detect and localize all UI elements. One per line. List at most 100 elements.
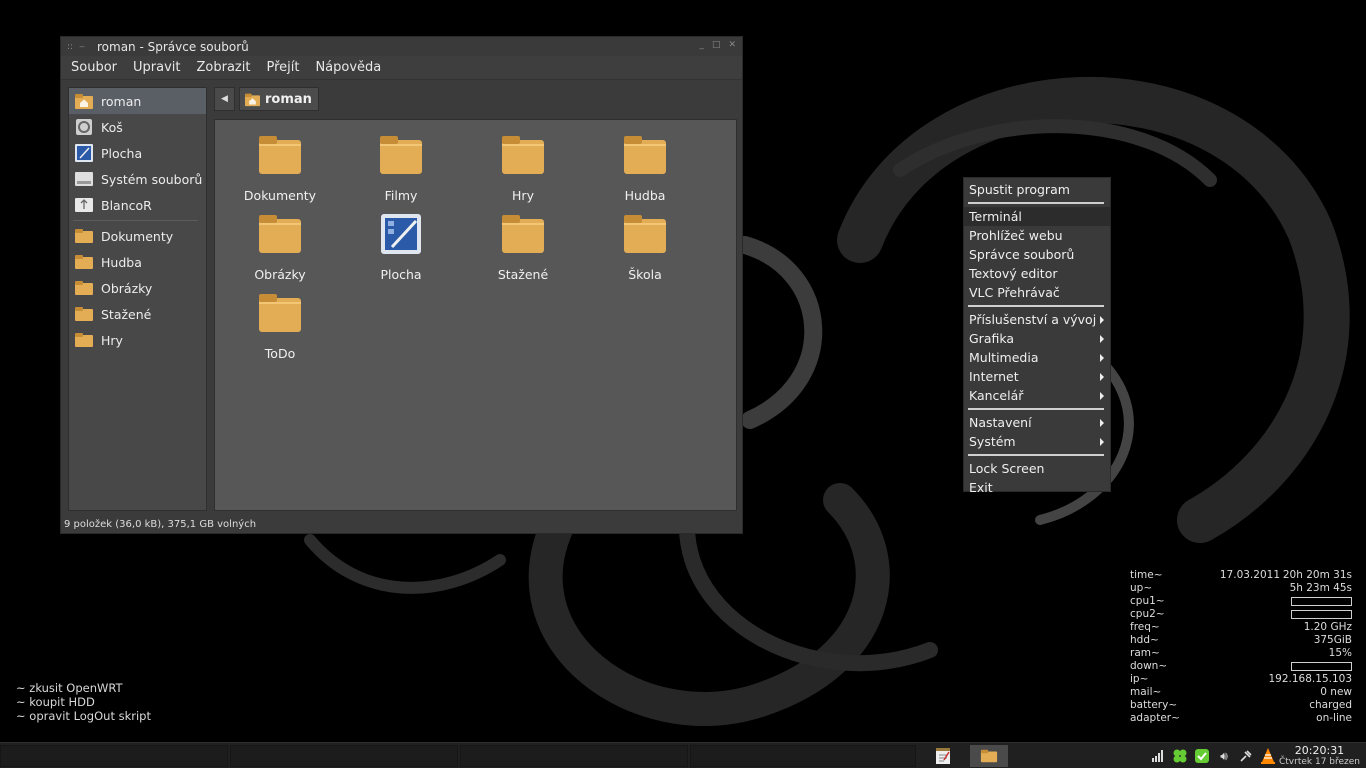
file-item-todo[interactable]: ToDo — [225, 290, 335, 364]
todo-item: ~ koupit HDD — [16, 695, 95, 709]
menu-exit[interactable]: Exit — [964, 478, 1110, 497]
vlc-icon[interactable] — [1260, 747, 1276, 765]
sidebar-item-desktop[interactable]: Plocha — [69, 140, 206, 166]
sidebar-item-label: Dokumenty — [101, 228, 174, 244]
file-item-skola[interactable]: Škola — [590, 211, 700, 285]
menu-zobrazit[interactable]: Zobrazit — [196, 60, 250, 75]
conky-label: time~ — [1130, 569, 1163, 581]
drive-icon — [73, 169, 95, 189]
menu-run-program[interactable]: Spustit program — [964, 180, 1110, 199]
minimize-icon[interactable]: _ — [699, 40, 704, 50]
conky-value: 1.20 GHz — [1303, 621, 1352, 633]
menu-file-manager[interactable]: Správce souborů — [964, 245, 1110, 264]
window-menu-button[interactable]: :: ‒ — [61, 42, 97, 52]
file-item-label: Hry — [512, 188, 534, 203]
sidebar-item-label: Stažené — [101, 306, 152, 322]
sidebar-item-blancor[interactable]: BlancoR — [69, 192, 206, 218]
menu-multimedia[interactable]: Multimedia — [964, 348, 1110, 367]
file-item-label: Filmy — [384, 188, 418, 203]
menu-text-editor[interactable]: Textový editor — [964, 264, 1110, 283]
folder-icon — [73, 278, 95, 298]
file-manager-window[interactable]: :: ‒ roman - Správce souborů _ □ ✕ Soubor… — [60, 36, 743, 534]
file-item-label: Škola — [628, 267, 662, 282]
menu-lock-screen[interactable]: Lock Screen — [964, 459, 1110, 478]
file-item-label: Hudba — [624, 188, 666, 203]
desktop-pager-3[interactable] — [460, 745, 688, 767]
close-icon[interactable]: ✕ — [728, 40, 736, 50]
conky-value: 20h 20m 31s — [1282, 569, 1352, 581]
signal-strength-icon[interactable] — [1150, 747, 1166, 765]
todo-item: ~ zkusit OpenWRT — [16, 681, 123, 695]
menu-label: Internet — [969, 369, 1019, 384]
menu-system[interactable]: Systém — [964, 432, 1110, 451]
pin-icon[interactable] — [1238, 747, 1254, 765]
taskbar-file-manager[interactable] — [970, 745, 1008, 767]
sidebar-item-filesystem[interactable]: Systém souborů — [69, 166, 206, 192]
sidebar-bookmark-hudba[interactable]: Hudba — [69, 249, 206, 275]
menu-graphics[interactable]: Grafika — [964, 329, 1110, 348]
maximize-icon[interactable]: □ — [712, 40, 721, 50]
sidebar-bookmark-stazene[interactable]: Stažené — [69, 301, 206, 327]
menu-soubor[interactable]: Soubor — [71, 60, 117, 75]
conky-value: 15% — [1328, 647, 1352, 659]
notepad-icon — [936, 748, 950, 764]
menu-office[interactable]: Kancelář — [964, 386, 1110, 405]
conky-row-down: down~ — [1130, 660, 1352, 673]
file-view[interactable]: Dokumenty Filmy Hry Hudba Obrázky Plocha… — [214, 119, 737, 511]
menu-napoveda[interactable]: Nápověda — [315, 60, 381, 75]
folder-icon — [624, 215, 666, 253]
breadcrumb-label: roman — [265, 91, 312, 107]
clock[interactable]: 20:20:31 Čtvrtek 17 březen — [1279, 744, 1360, 767]
clover-icon[interactable] — [1172, 747, 1188, 765]
conky-label: mail~ — [1130, 686, 1162, 698]
volume-icon[interactable]: 🔊︎ — [1216, 747, 1232, 765]
submenu-arrow-icon — [1100, 354, 1104, 362]
menu-label: Příslušenství a vývoj — [969, 312, 1097, 327]
file-item-hudba[interactable]: Hudba — [590, 132, 700, 206]
desktop-icon — [73, 143, 95, 163]
menu-accessories[interactable]: Příslušenství a vývoj — [964, 310, 1110, 329]
file-item-dokumenty[interactable]: Dokumenty — [225, 132, 335, 206]
menu-web-browser[interactable]: Prohlížeč webu — [964, 226, 1110, 245]
breadcrumb-home[interactable]: roman — [239, 87, 319, 111]
menu-settings[interactable]: Nastavení — [964, 413, 1110, 432]
submenu-arrow-icon — [1100, 335, 1104, 343]
todo-item: ~ opravit LogOut skript — [16, 709, 151, 723]
submenu-arrow-icon — [1100, 316, 1104, 324]
desktop-pager-4[interactable] — [690, 745, 916, 767]
conky-label: up~ — [1130, 582, 1153, 594]
menu-upravit[interactable]: Upravit — [133, 60, 180, 75]
status-bar: 9 položek (36,0 kB), 375,1 GB volných — [64, 519, 257, 530]
menu-vlc[interactable]: VLC Přehrávač — [964, 283, 1110, 302]
trash-icon — [73, 117, 95, 137]
sidebar: roman Koš Plocha Systém souborů BlancoR — [68, 87, 207, 511]
sidebar-item-label: Hudba — [101, 254, 142, 270]
conky-value: on-line — [1316, 712, 1352, 724]
file-item-stazene[interactable]: Stažené — [468, 211, 578, 285]
desktop-pager-1[interactable] — [0, 745, 228, 767]
folder-icon — [624, 136, 666, 174]
back-arrow-icon[interactable]: ◀ — [214, 87, 235, 111]
sidebar-item-home[interactable]: roman — [69, 88, 206, 114]
menu-internet[interactable]: Internet — [964, 367, 1110, 386]
menu-prejit[interactable]: Přejít — [266, 60, 299, 75]
file-item-plocha[interactable]: Plocha — [346, 211, 456, 285]
window-titlebar[interactable]: :: ‒ roman - Správce souborů _ □ ✕ — [61, 37, 742, 56]
sidebar-item-trash[interactable]: Koš — [69, 114, 206, 140]
desktop-pager-2[interactable] — [230, 745, 458, 767]
sidebar-bookmark-obrazky[interactable]: Obrázky — [69, 275, 206, 301]
sidebar-bookmark-hry[interactable]: Hry — [69, 327, 206, 353]
menu-label: Multimedia — [969, 350, 1039, 365]
window-title: roman - Správce souborů — [97, 39, 249, 54]
cpu2-graph — [1291, 610, 1352, 619]
file-item-hry[interactable]: Hry — [468, 132, 578, 206]
sidebar-bookmark-dokumenty[interactable]: Dokumenty — [69, 223, 206, 249]
menu-terminal[interactable]: Terminál — [964, 207, 1110, 226]
file-item-obrazky[interactable]: Obrázky — [225, 211, 335, 285]
file-item-label: Obrázky — [254, 267, 306, 282]
sidebar-divider — [73, 220, 198, 221]
file-item-filmy[interactable]: Filmy — [346, 132, 456, 206]
conky-label: cpu1~ — [1130, 595, 1165, 607]
update-check-icon[interactable] — [1194, 747, 1210, 765]
taskbar-text-editor[interactable] — [924, 745, 962, 767]
